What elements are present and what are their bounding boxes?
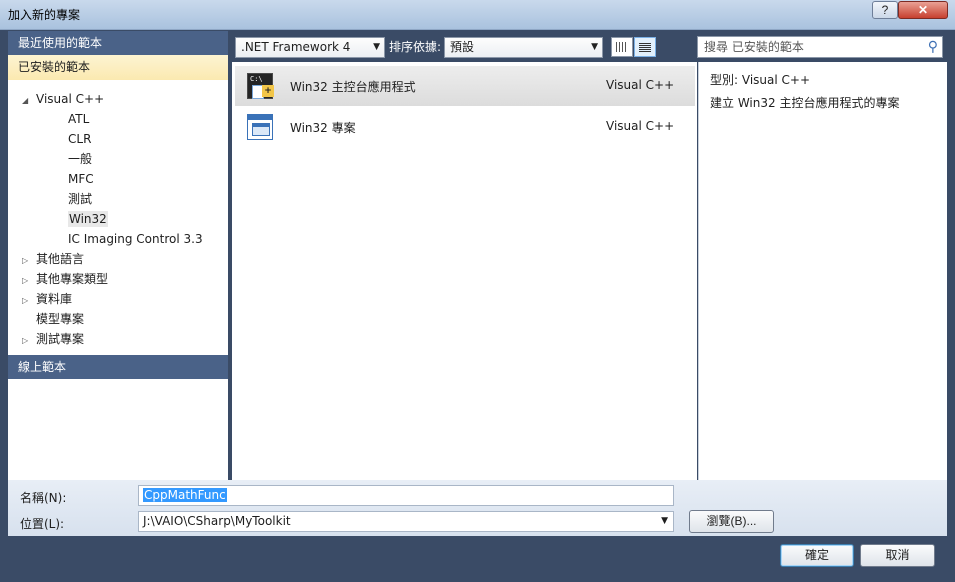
tree-item-label: 一般 bbox=[68, 152, 93, 166]
tree-item-label: MFC bbox=[68, 172, 94, 186]
expand-arrow-icon[interactable]: ▷ bbox=[22, 291, 36, 311]
cancel-button[interactable]: 取消 bbox=[860, 544, 935, 567]
tree-item[interactable]: CLR bbox=[54, 129, 91, 149]
template-name: Win32 專案 bbox=[290, 121, 356, 135]
location-field[interactable]: J:\VAIO\CSharp\MyToolkit ▼ bbox=[138, 511, 674, 532]
type-value: Visual C++ bbox=[741, 73, 811, 87]
search-icon[interactable]: ⚲ bbox=[928, 37, 938, 57]
search-placeholder: 搜尋 已安裝的範本 bbox=[704, 40, 804, 54]
framework-value: .NET Framework 4 bbox=[241, 40, 351, 54]
chevron-down-icon: ▼ bbox=[591, 42, 598, 52]
location-value: J:\VAIO\CSharp\MyToolkit bbox=[143, 514, 291, 528]
project-name-value: CppMathFunc bbox=[143, 488, 227, 502]
sort-dropdown[interactable]: 預設 ▼ bbox=[444, 37, 603, 58]
tree-item[interactable]: 測試 bbox=[54, 189, 92, 209]
expand-arrow-icon[interactable]: ▷ bbox=[22, 271, 36, 291]
chevron-down-icon[interactable]: ▼ bbox=[661, 512, 668, 531]
project-name-field[interactable]: CppMathFunc bbox=[138, 485, 674, 506]
tree-item-label: 其他專案類型 bbox=[36, 272, 109, 286]
tree-item[interactable]: 一般 bbox=[54, 149, 92, 169]
window-title: 加入新的專案 bbox=[8, 8, 81, 22]
browse-button[interactable]: 瀏覽(B)... bbox=[689, 510, 774, 533]
tree-item-label: 模型專案 bbox=[36, 312, 85, 326]
template-language: Visual C++ bbox=[606, 119, 675, 133]
template-category-pane: 最近使用的範本 已安裝的範本 ◢ Visual C++ ATL CLR 一般 MFC 測試 W… bbox=[8, 31, 228, 480]
tree-item[interactable]: ATL bbox=[54, 109, 89, 129]
template-language: Visual C++ bbox=[606, 78, 675, 92]
tree-item-label: 測試 bbox=[68, 192, 93, 206]
template-row-win32-project[interactable]: Win32 專案 Visual C++ bbox=[235, 107, 695, 147]
template-list: + Win32 主控台應用程式 Visual C++ Win32 專案 Visu… bbox=[232, 62, 697, 480]
type-label: 型別: bbox=[710, 73, 739, 87]
expand-arrow-icon[interactable]: ▷ bbox=[22, 251, 36, 271]
grid-view-icon bbox=[616, 42, 628, 52]
template-type: 型別: Visual C++ bbox=[710, 71, 810, 88]
framework-dropdown[interactable]: .NET Framework 4 ▼ bbox=[235, 37, 385, 58]
template-name: Win32 主控台應用程式 bbox=[290, 80, 416, 94]
chevron-down-icon: ▼ bbox=[373, 42, 380, 52]
title-bar: 加入新的專案 ? ✕ bbox=[0, 0, 955, 30]
expand-arrow-icon[interactable]: ◢ bbox=[22, 91, 36, 111]
tree-item[interactable]: Win32 bbox=[54, 209, 108, 229]
tree-item-label: 其他語言 bbox=[36, 252, 85, 266]
list-view-button[interactable] bbox=[634, 37, 656, 57]
tree-item[interactable]: ▷ 其他專案類型 bbox=[22, 269, 108, 289]
template-row-console[interactable]: + Win32 主控台應用程式 Visual C++ bbox=[235, 66, 695, 106]
template-description: 建立 Win32 主控台應用程式的專案 bbox=[710, 96, 900, 110]
search-input[interactable]: 搜尋 已安裝的範本 ⚲ bbox=[697, 36, 943, 58]
tree-item-label: 測試專案 bbox=[36, 332, 85, 346]
tree-item-label: CLR bbox=[68, 132, 92, 146]
tree-item[interactable]: IC Imaging Control 3.3 bbox=[54, 229, 203, 249]
tree-item-label: Win32 bbox=[68, 211, 108, 227]
sort-label: 排序依據: bbox=[389, 40, 442, 54]
recent-templates-header[interactable]: 最近使用的範本 bbox=[8, 31, 228, 55]
location-label: 位置(L): bbox=[20, 517, 65, 531]
help-button[interactable]: ? bbox=[872, 1, 898, 19]
sort-value: 預設 bbox=[450, 40, 475, 54]
close-button[interactable]: ✕ bbox=[898, 1, 948, 19]
tree-item-label: Visual C++ bbox=[36, 92, 105, 106]
small-icons-view-button[interactable] bbox=[611, 37, 633, 57]
tree-item[interactable]: MFC bbox=[54, 169, 94, 189]
tree-item-label: 資料庫 bbox=[36, 292, 73, 306]
tree-item[interactable]: ◢ Visual C++ bbox=[22, 89, 104, 109]
template-detail-pane: 型別: Visual C++ 建立 Win32 主控台應用程式的專案 bbox=[698, 62, 947, 480]
tree-item[interactable]: ▷ 資料庫 bbox=[22, 289, 72, 309]
tree-item-label: ATL bbox=[68, 112, 90, 126]
name-label: 名稱(N): bbox=[20, 491, 67, 505]
win32-project-icon bbox=[247, 114, 273, 140]
ok-button[interactable]: 確定 bbox=[780, 544, 854, 567]
installed-templates-header[interactable]: 已安裝的範本 bbox=[8, 55, 228, 80]
tree-item[interactable]: 模型專案 bbox=[22, 309, 84, 329]
tree-item[interactable]: ▷ 測試專案 bbox=[22, 329, 84, 349]
online-templates-header[interactable]: 線上範本 bbox=[8, 355, 228, 379]
tree-item[interactable]: ▷ 其他語言 bbox=[22, 249, 84, 269]
console-app-icon: + bbox=[247, 73, 274, 99]
tree-item-label: IC Imaging Control 3.3 bbox=[68, 232, 203, 246]
list-view-icon bbox=[639, 42, 651, 52]
expand-arrow-icon[interactable]: ▷ bbox=[22, 331, 36, 351]
